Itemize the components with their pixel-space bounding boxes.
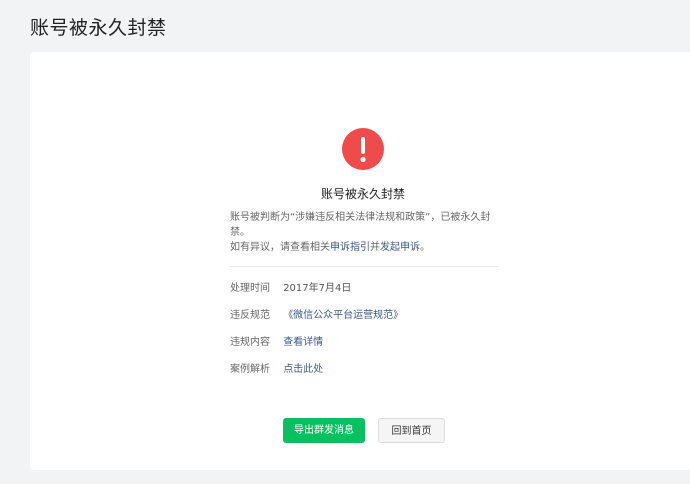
view-details-link[interactable]: 查看详情	[283, 337, 323, 348]
violation-content-label: 违规内容	[230, 337, 270, 348]
page-title: 账号被永久封禁	[30, 17, 167, 39]
violated-rule-link[interactable]: 《微信公众平台运营规范》	[283, 310, 403, 321]
violation-content-row: 违规内容 查看详情	[230, 333, 323, 348]
violated-rule-row: 违反规范 《微信公众平台运营规范》	[230, 306, 403, 321]
exclamation-circle-icon	[342, 128, 384, 170]
violated-rule-label: 违反规范	[230, 310, 270, 321]
ban-reason-text: 账号被判断为“涉嫌违反相关法律法规和政策”，已被永久封禁。	[230, 212, 491, 238]
export-messages-button[interactable]: 导出群发消息	[283, 418, 365, 443]
notice-title: 账号被永久封禁	[320, 187, 405, 201]
case-analysis-row: 案例解析 点击此处	[230, 360, 323, 375]
processing-time-row: 处理时间 2017年7月4日	[230, 279, 351, 294]
appeal-text-prefix: 如有异议，请查看相关	[230, 242, 330, 253]
processing-time-label: 处理时间	[230, 283, 270, 294]
appeal-text-joiner: 并	[370, 242, 380, 253]
case-analysis-link[interactable]: 点击此处	[283, 364, 323, 375]
ban-notice-card: 账号被永久封禁 账号被判断为“涉嫌违反相关法律法规和政策”，已被永久封禁。 如有…	[30, 52, 690, 470]
submit-appeal-link[interactable]: 发起申诉	[380, 242, 420, 253]
appeal-text-suffix: 。	[420, 242, 430, 253]
appeal-guide-link[interactable]: 申诉指引	[330, 242, 370, 253]
appeal-text: 如有异议，请查看相关申诉指引并发起申诉。	[230, 240, 500, 255]
divider	[230, 266, 498, 267]
back-home-button[interactable]: 回到首页	[378, 418, 445, 443]
processing-time-value: 2017年7月4日	[283, 283, 352, 294]
case-analysis-label: 案例解析	[230, 364, 270, 375]
